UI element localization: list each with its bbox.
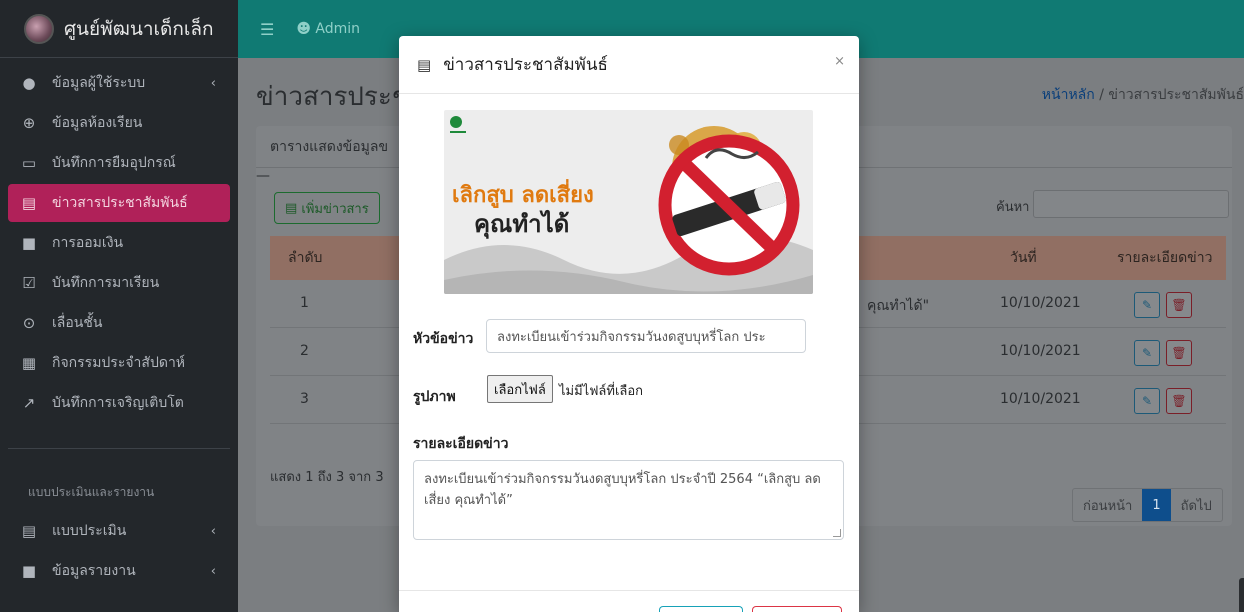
file-status: ไม่มีไฟล์ที่เลือก (559, 384, 644, 399)
sidebar-item-label: แบบประเมิน (52, 523, 127, 539)
brand-name: ศูนย์พัฒนาเด็กเล็ก (64, 17, 214, 40)
users-icon: ☻ (296, 21, 316, 37)
laptop-icon: ▭ (21, 154, 37, 172)
search-input[interactable] (1033, 190, 1229, 218)
sidebar-item-savings[interactable]: ■ การออมเงิน (8, 224, 230, 262)
brand[interactable]: ศูนย์พัฒนาเด็กเล็ก (0, 0, 238, 58)
sidebar-item-label: การออมเงิน (52, 235, 124, 251)
clipboard-icon: ▤ (21, 522, 37, 540)
modal-title: ข่าวสารประชาสัมพันธ์ (443, 55, 608, 75)
sidebar-item-label: บันทึกการมาเรียน (52, 275, 160, 291)
chevron-left-icon: ‹ (210, 563, 216, 579)
chevron-left-icon: ‹ (210, 523, 216, 539)
row-title-tail: คุณทำได้" (867, 298, 930, 314)
col-detail[interactable]: รายละเอียดข่าว (1117, 247, 1212, 269)
delete-button[interactable]: 🗑 (1166, 292, 1192, 318)
collapse-icon[interactable]: — (256, 168, 270, 184)
breadcrumb-separator: / (1094, 87, 1109, 103)
calendar-check-icon: ☑ (22, 274, 36, 292)
edit-button[interactable]: ✎ (1134, 388, 1160, 414)
edit-button[interactable]: ✎ (1134, 292, 1160, 318)
sidebar-item-classroom[interactable]: ⊕ ข้อมูลห้องเรียน (8, 104, 230, 142)
row-date: 10/10/2021 (1000, 295, 1081, 311)
user-menu[interactable]: ☻ Admin (296, 21, 360, 37)
add-news-label: เพิ่มข่าวสาร (301, 201, 369, 217)
row-date: 10/10/2021 (1000, 343, 1081, 359)
edit-button[interactable]: ✎ (1134, 340, 1160, 366)
image-label: รูปภาพ (413, 389, 456, 405)
delete-button[interactable]: 🗑 (1166, 340, 1192, 366)
breadcrumb-home[interactable]: หน้าหลัก (1042, 87, 1095, 103)
row-number: 1 (300, 295, 309, 311)
pagination: ก่อนหน้า 1 ถัดไป (1072, 488, 1223, 522)
book-icon: ■ (21, 562, 37, 580)
user-circle-icon: ● (22, 74, 36, 92)
detail-textarea[interactable]: ลงทะเบียนเข้าร่วมกิจกรรมวันงดสูบบุหรี่โล… (413, 460, 844, 540)
newspaper-icon: ▤ (285, 200, 302, 216)
news-image: เลิกสูบ ลดเสี่ยง คุณทำได้ (444, 110, 813, 294)
add-news-button[interactable]: ▤ เพิ่มข่าวสาร (274, 192, 380, 224)
col-date[interactable]: วันที่ (1010, 247, 1037, 269)
sidebar-item-label: บันทึกการเจริญเติบโต (52, 395, 184, 411)
search-label: ค้นหา (996, 200, 1030, 215)
sidebar: ศูนย์พัฒนาเด็กเล็ก ● ข้อมูลผู้ใช้ระบบ ‹ … (0, 0, 238, 612)
sidebar-item-label: บันทึกการยืมอุปกรณ์ (52, 155, 176, 171)
image-caption-line1: เลิกสูบ ลดเสี่ยง (452, 178, 594, 209)
delete-button[interactable]: 🗑 (1166, 388, 1192, 414)
wallet-icon: ■ (21, 234, 37, 252)
sidebar-section-header: แบบประเมินและรายงาน (28, 485, 155, 499)
close-icon[interactable]: × (834, 54, 845, 69)
sidebar-item-news[interactable]: ▤ ข่าวสารประชาสัมพันธ์ (8, 184, 230, 222)
save-button[interactable] (659, 606, 743, 612)
hamburger-menu-icon[interactable]: ☰ (260, 20, 274, 39)
sidebar-item-promote[interactable]: ⊙ เลื่อนชั้น (8, 304, 230, 342)
detail-label: รายละเอียดข่าว (413, 436, 509, 452)
sidebar-item-label: ข้อมูลผู้ใช้ระบบ (52, 75, 146, 91)
sidebar-item-growth[interactable]: ↗ บันทึกการเจริญเติบโต (8, 384, 230, 422)
row-number: 2 (300, 343, 309, 359)
sidebar-item-attendance[interactable]: ☑ บันทึกการมาเรียน (8, 264, 230, 302)
sidebar-item-equipment[interactable]: ▭ บันทึกการยืมอุปกรณ์ (8, 144, 230, 182)
modal-header: ▤ ข่าวสารประชาสัมพันธ์ × (399, 36, 859, 94)
sidebar-nav: ● ข้อมูลผู้ใช้ระบบ ‹ ⊕ ข้อมูลห้องเรียน ▭… (0, 58, 238, 598)
sidebar-item-label: เลื่อนชั้น (52, 315, 103, 331)
user-name: Admin (315, 21, 361, 37)
pager-prev[interactable]: ก่อนหน้า (1073, 489, 1142, 521)
row-number: 3 (300, 391, 309, 407)
table-info: แสดง 1 ถึง 3 จาก 3 (270, 470, 384, 485)
cancel-button[interactable] (752, 606, 842, 612)
col-order[interactable]: ลำดับ (288, 247, 322, 269)
scroll-edge (1239, 578, 1244, 612)
sidebar-item-users[interactable]: ● ข้อมูลผู้ใช้ระบบ ‹ (8, 64, 230, 102)
sidebar-item-label: ข้อมูลห้องเรียน (52, 115, 143, 131)
pager-current[interactable]: 1 (1142, 489, 1171, 521)
sidebar-item-label: กิจกรรมประจำสัปดาห์ (52, 355, 186, 371)
newspaper-icon: ▤ (417, 55, 432, 74)
calendar-icon: ▦ (21, 354, 37, 372)
pager-next[interactable]: ถัดไป (1171, 489, 1222, 521)
headline-input[interactable]: ลงทะเบียนเข้าร่วมกิจกรรมวันงดสูบบุหรี่โล… (486, 319, 806, 353)
headline-label: หัวข้อข่าว (413, 331, 474, 347)
sidebar-item-activities[interactable]: ▦ กิจกรรมประจำสัปดาห์ (8, 344, 230, 382)
breadcrumb-current: ข่าวสารประชาสัมพันธ์ (1108, 87, 1244, 103)
detail-text: ลงทะเบียนเข้าร่วมกิจกรรมวันงดสูบบุหรี่โล… (424, 472, 821, 508)
image-caption-line2: คุณทำได้ (474, 209, 569, 240)
newspaper-icon: ▤ (21, 194, 37, 212)
sidebar-item-label: ข้อมูลรายงาน (52, 563, 136, 579)
sidebar-item-reports[interactable]: ■ ข้อมูลรายงาน ‹ (8, 552, 230, 590)
sidebar-item-assessment[interactable]: ▤ แบบประเมิน ‹ (8, 512, 230, 550)
chart-line-icon: ↗ (22, 394, 36, 412)
row-date: 10/10/2021 (1000, 391, 1081, 407)
plus-circle-icon: ⊕ (22, 114, 36, 132)
brand-logo (24, 13, 54, 44)
arrow-up-circle-icon: ⊙ (22, 314, 36, 332)
resize-handle[interactable] (833, 529, 841, 537)
news-modal: ▤ ข่าวสารประชาสัมพันธ์ × เลิกสูบ ลดเสี่ย… (399, 36, 859, 612)
chevron-left-icon: ‹ (210, 75, 216, 91)
sidebar-item-label: ข่าวสารประชาสัมพันธ์ (52, 195, 188, 211)
breadcrumb: หน้าหลัก / ข่าวสารประชาสัมพันธ์ (1042, 84, 1244, 106)
choose-file-button[interactable]: เลือกไฟล์ (487, 375, 553, 403)
